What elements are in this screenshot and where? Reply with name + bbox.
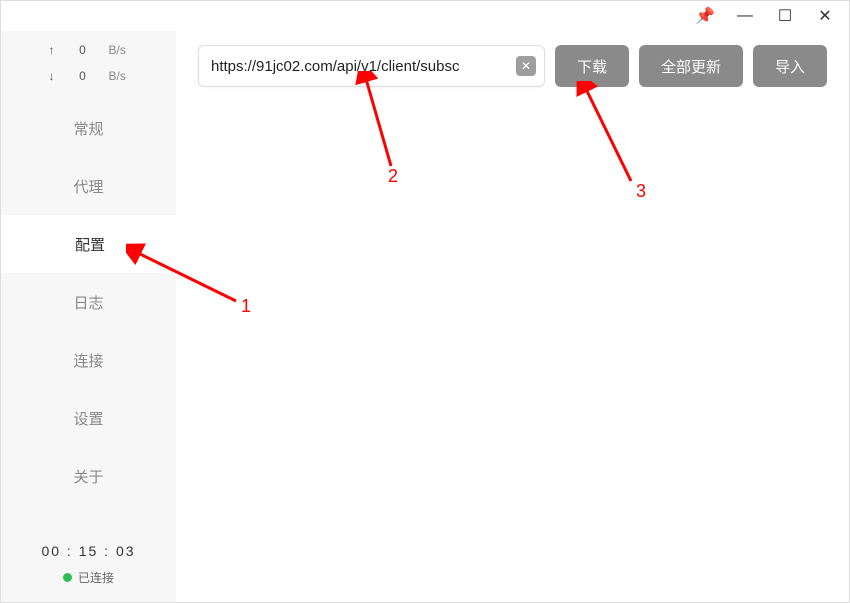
nav-general-label: 常规 [73,118,103,139]
status-text: 已连接 [78,569,114,586]
clear-url-button[interactable]: ✕ [516,56,536,76]
maximize-button[interactable]: ☐ [765,2,805,30]
status-dot-icon [63,573,72,582]
pin-icon: 📌 [695,6,715,26]
download-speed-row: ↓ 0 B/s [1,63,176,89]
clear-icon: ✕ [521,59,531,73]
nav-connections-label: 连接 [73,350,103,371]
titlebar: 📌 — ☐ ✕ [1,1,849,31]
nav-about[interactable]: 关于 [1,447,176,505]
speed-panel: ↑ 0 B/s ↓ 0 B/s [1,31,176,99]
annotation-arrow-3 [571,81,651,191]
nav-logs-label: 日志 [73,292,103,313]
nav-config-label: 配置 [75,234,105,255]
nav: 常规 代理 配置 日志 连接 设置 关于 [1,99,176,529]
body: ↑ 0 B/s ↓ 0 B/s 常规 代理 配置 日志 连接 设置 关于 [1,31,849,602]
upload-speed-unit: B/s [109,43,131,57]
annotation-label-2: 2 [388,166,398,187]
import-button[interactable]: 导入 [753,45,827,87]
nav-settings-label: 设置 [73,408,103,429]
sidebar: ↑ 0 B/s ↓ 0 B/s 常规 代理 配置 日志 连接 设置 关于 [1,31,176,602]
app-window: 📌 — ☐ ✕ ↑ 0 B/s ↓ 0 B/s 常规 代理 配置 [0,0,850,603]
close-button[interactable]: ✕ [805,2,845,30]
uptime-timer: 00 : 15 : 03 [1,543,176,559]
nav-config[interactable]: 配置 [1,215,176,273]
minimize-icon: — [737,7,753,25]
download-speed-value: 0 [75,69,91,83]
nav-proxy-label: 代理 [73,176,103,197]
nav-connections[interactable]: 连接 [1,331,176,389]
upload-speed-value: 0 [75,43,91,57]
nav-proxy[interactable]: 代理 [1,157,176,215]
nav-settings[interactable]: 设置 [1,389,176,447]
up-arrow-icon: ↑ [47,43,57,57]
maximize-icon: ☐ [778,6,792,26]
close-icon: ✕ [818,6,831,26]
annotation-label-3: 3 [636,181,646,202]
subscription-url-input[interactable] [211,58,516,75]
download-speed-unit: B/s [109,69,131,83]
main-panel: ✕ 下载 全部更新 导入 1 2 3 [176,31,849,602]
sidebar-bottom: 00 : 15 : 03 已连接 [1,529,176,602]
pin-button[interactable]: 📌 [685,2,725,30]
down-arrow-icon: ↓ [47,69,57,83]
update-all-button[interactable]: 全部更新 [639,45,743,87]
toolbar: ✕ 下载 全部更新 导入 [198,45,827,87]
nav-general[interactable]: 常规 [1,99,176,157]
connection-status: 已连接 [1,569,176,586]
minimize-button[interactable]: — [725,2,765,30]
annotation-label-1: 1 [241,296,251,317]
nav-logs[interactable]: 日志 [1,273,176,331]
download-button[interactable]: 下载 [555,45,629,87]
nav-about-label: 关于 [73,466,103,487]
url-box: ✕ [198,45,545,87]
upload-speed-row: ↑ 0 B/s [1,37,176,63]
